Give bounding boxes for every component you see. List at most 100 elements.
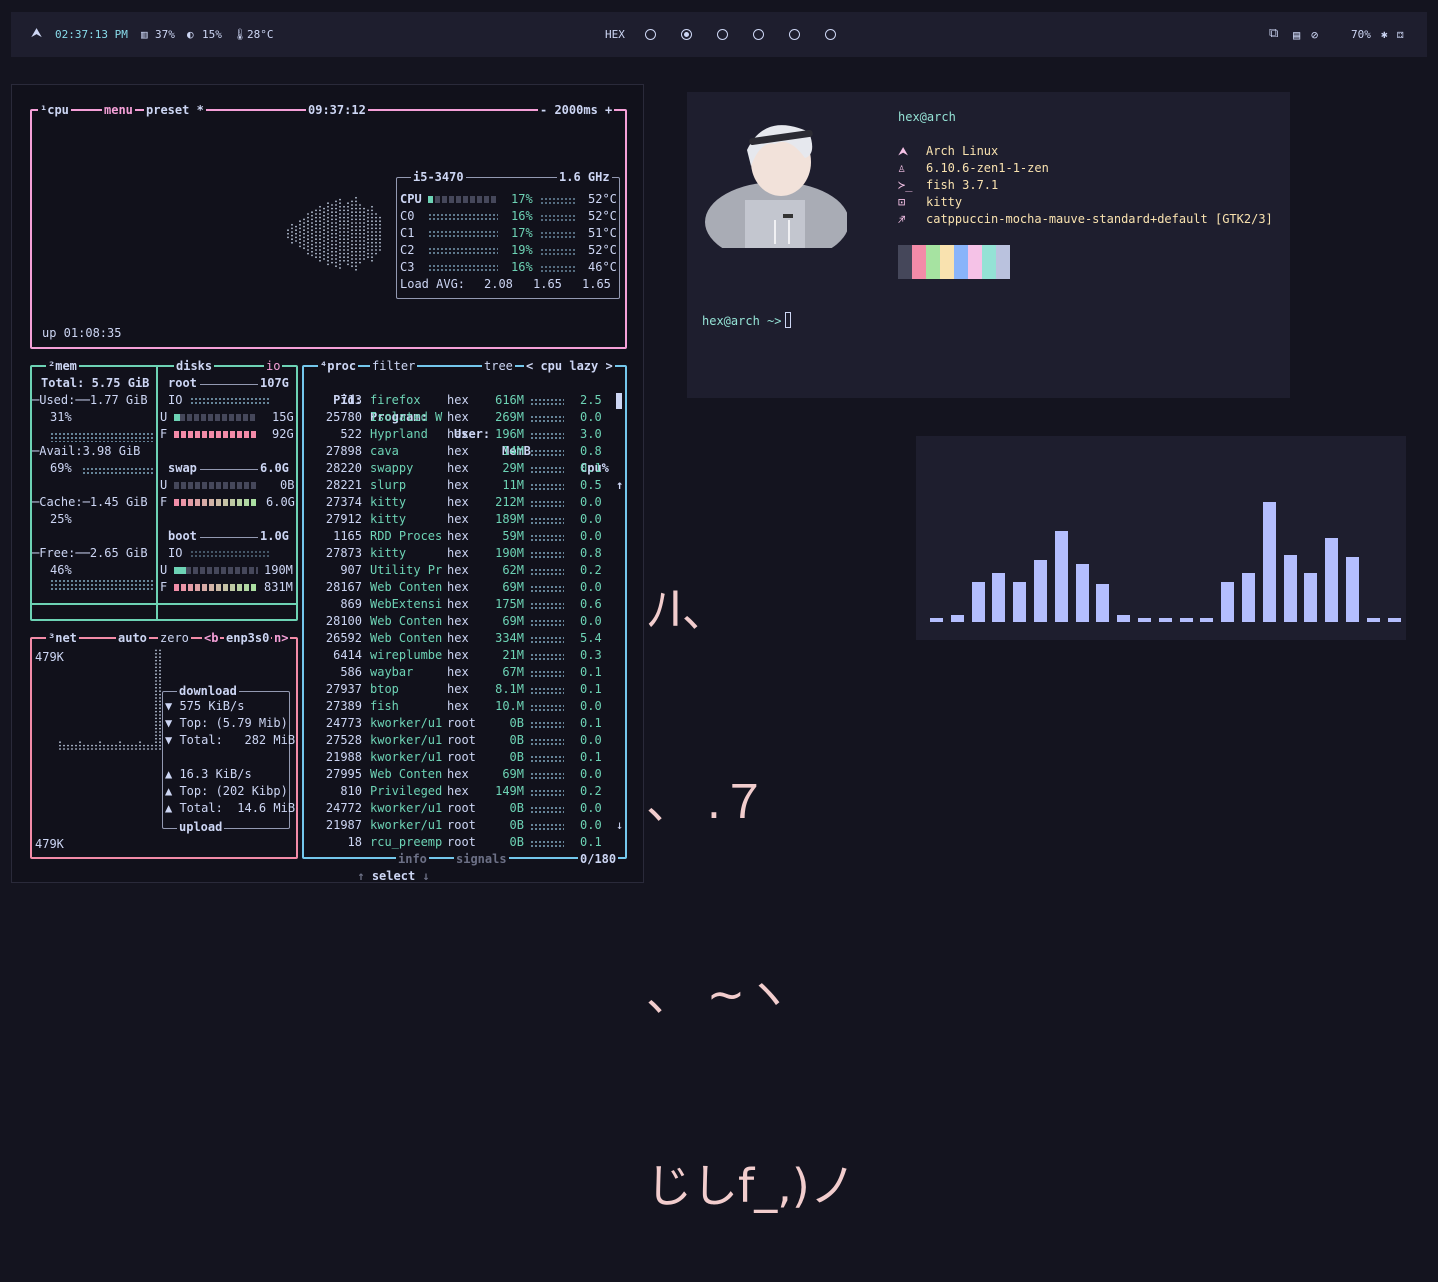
proc-user: hex [447,410,469,424]
mem-box-title[interactable]: ²mem [46,358,79,374]
proc-pid: 28167 [325,580,362,594]
net-box-title[interactable]: ³net [46,630,79,646]
disk-boot-free: 831M [264,580,293,594]
net-box: ³net auto zero <b enp3s0 n> 479K 479K do… [30,630,298,859]
disk-root-used-empty [180,414,257,421]
cpu-core-name: C0 [400,209,415,223]
clock: 02:37:13 PM [55,28,128,41]
arch-logo-icon[interactable]: ⮝ [31,26,42,41]
mem-used-label: Used: [39,393,76,407]
proc-info[interactable]: info [396,851,429,867]
cava-bar [1179,618,1193,622]
disk-boot-io-graph [190,550,270,558]
proc-mem: 59M [502,529,524,543]
io-toggle[interactable]: io [264,358,283,374]
cpu-box-title[interactable]: ¹cpu [38,102,71,118]
btop-window[interactable]: ¹cpu menu preset * 09:37:12 - 2000ms + i… [11,84,644,883]
proc-title: proc [327,359,357,373]
workspace-4[interactable] [753,29,764,40]
menu-button[interactable]: menu [102,102,135,118]
proc-select[interactable]: select [372,869,415,883]
fetch-terminal[interactable]: hex@arch ⮝ Arch Linux ♙ 6.10.6-zen1-1-ze… [687,92,1290,398]
proc-pid: 21987 [325,818,362,832]
proc-program: Web Conten [370,767,443,781]
window-icon[interactable]: ⧉ [1269,26,1278,41]
network-icon[interactable]: ⚃ [1397,28,1404,41]
proc-program: kitty [370,546,407,560]
bluetooth-icon[interactable]: ✱ [1381,28,1388,41]
interval-control[interactable]: - 2000ms + [538,102,615,118]
terminal-cursor[interactable] [785,312,791,328]
mem-cache: 1.45 GiB [89,495,148,509]
proc-program: kworker/u1 [370,818,443,832]
disk-swap-used-bar [174,482,259,489]
proc-program: btop [370,682,399,696]
proc-cpu: 0.1 [580,750,602,764]
proc-mem: 196M [495,427,524,441]
cava-bar [971,582,985,622]
workspace-1[interactable] [645,29,656,40]
fetch-shell: fish 3.7.1 [926,178,999,192]
scroll-down-icon[interactable]: ↓ [616,817,623,834]
proc-scrollbar[interactable] [616,393,622,409]
cava-bar [1221,582,1235,622]
workspace-2[interactable] [681,29,692,40]
net-auto-toggle[interactable]: auto [116,630,149,646]
cava-bar [1325,538,1339,622]
proc-cpu-graph [530,500,564,507]
proc-pid: 586 [340,665,362,679]
workspace-3[interactable] [717,29,728,40]
proc-pid: 25780 [325,410,362,424]
linux-icon: ♙ [898,161,906,175]
proc-user: hex [447,665,469,679]
eye-off-icon[interactable]: ⊘ [1311,28,1318,42]
download-top-row: ▼ Top: (5.79 Mib) [165,716,288,730]
net-iface-prev[interactable]: <b [202,630,221,646]
cpu-core-temp-graph [540,214,576,221]
proc-program: Privileged [370,784,443,798]
proc-signals[interactable]: signals [454,851,509,867]
proc-cpu-graph [530,568,564,575]
thermometer-icon: 🌡︎ [233,28,247,41]
cpu-core-temp: 46°C [588,260,617,274]
cava-bar [1366,618,1380,622]
proc-mem: 69M [502,614,524,628]
proc-cpu: 0.0 [580,580,602,594]
mem-free-label: Free: [39,546,76,560]
proc-program: kitty [370,495,407,509]
net-scale-bottom: 479K [35,837,64,851]
proc-sort[interactable]: < cpu lazy > [524,358,615,374]
net-iface-next[interactable]: n> [272,630,291,646]
workspace-5[interactable] [789,29,800,40]
proc-mem: 616M [495,393,524,407]
net-zero-toggle[interactable]: zero [158,630,191,646]
proc-user: root [447,716,476,730]
proc-program: kitty [370,512,407,526]
proc-program: Utility Pr [370,563,443,577]
proc-user: root [447,835,476,849]
clipboard-icon[interactable]: ▤ [1293,28,1300,42]
proc-cpu: 0.0 [580,733,602,747]
proc-tree-toggle[interactable]: tree [482,358,515,374]
workspace-6[interactable] [825,29,836,40]
proc-cpu-graph [530,619,564,626]
proc-filter[interactable]: filter [370,358,418,374]
volume-level[interactable]: 70% [1351,28,1371,41]
download-total: Total: 282 MiB [179,733,296,747]
download-total-row: ▼ Total: 282 MiB [165,733,296,747]
proc-cpu: 0.5 [580,478,602,492]
preset-button[interactable]: preset * [144,102,206,118]
cpu-core-name: C1 [400,226,415,240]
upload-rate-row: ▲ 16.3 KiB/s [165,767,252,781]
proc-box-title[interactable]: ⁴proc [318,358,359,374]
disks-title[interactable]: disks [174,358,215,374]
proc-pid: 24773 [325,716,362,730]
proc-cpu-graph [530,704,564,711]
proc-user: hex [447,461,469,475]
cpu-box: ¹cpu menu preset * 09:37:12 - 2000ms + i… [30,102,627,349]
proc-pid: 28100 [325,614,362,628]
proc-cpu-graph [530,721,564,728]
mem-title: mem [55,359,77,373]
proc-mem: 8.1M [495,682,524,696]
disk-root-used-row: U [160,409,257,426]
